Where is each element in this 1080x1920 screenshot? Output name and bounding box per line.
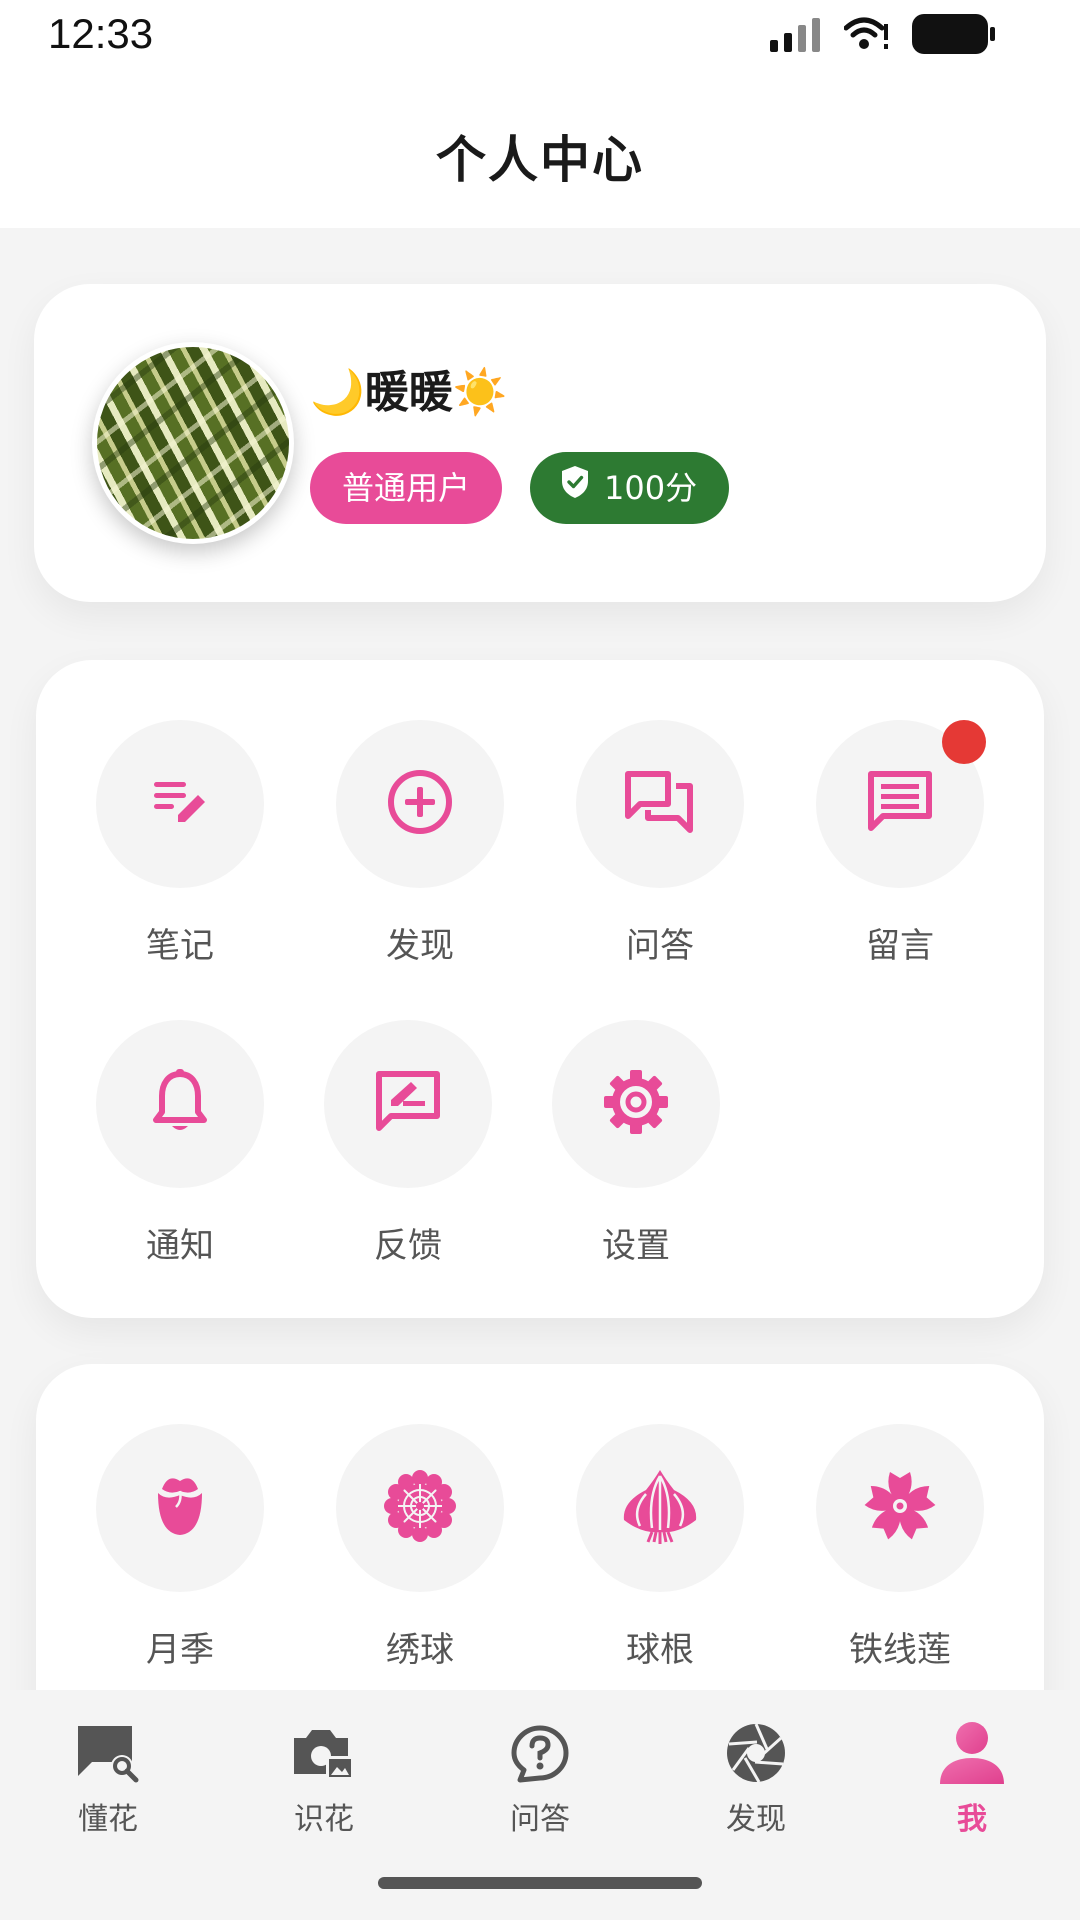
menu-icon-circle [96, 720, 264, 888]
menu-icon-circle [576, 720, 744, 888]
question-bubble-icon [510, 1724, 570, 1788]
note-edit-icon [148, 770, 212, 838]
tab-fa-xian[interactable]: 发现 [686, 1718, 826, 1838]
unread-dot [942, 720, 986, 764]
menu-item-label: 反馈 [374, 1226, 442, 1266]
profile-card[interactable]: 🌙暖暖☀️ 普通用户 100分 [34, 284, 1046, 602]
score-value: 100分 [604, 469, 698, 507]
menu-icon-circle [336, 720, 504, 888]
clematis-icon [858, 1464, 942, 1552]
avatar[interactable] [92, 342, 294, 544]
bulb-icon [618, 1466, 702, 1550]
tab-wen-da[interactable]: 问答 [470, 1718, 610, 1838]
tab-label: 懂花 [78, 1802, 138, 1837]
rose-icon [150, 1471, 210, 1545]
flower-icon-circle [576, 1424, 744, 1592]
score-badge[interactable]: 100分 [530, 452, 730, 524]
tab-label: 问答 [510, 1802, 570, 1837]
flower-item-label: 球根 [626, 1630, 694, 1670]
menu-item-discover[interactable]: 发现 [336, 720, 504, 967]
forum-icon [624, 768, 696, 840]
menu-card: 笔记 发现 问答 留言 通知 反馈 设置 [36, 660, 1044, 1318]
menu-item-messages[interactable]: 留言 [816, 720, 986, 967]
gear-icon [601, 1067, 671, 1141]
menu-item-label: 设置 [602, 1226, 670, 1266]
page-header: 个人中心 [0, 72, 1080, 228]
flower-item-bulb[interactable]: 球根 [576, 1424, 744, 1671]
flower-icon-circle [96, 1424, 264, 1592]
flower-item-clematis[interactable]: 铁线莲 [816, 1424, 984, 1671]
menu-item-label: 留言 [866, 926, 934, 966]
battery-icon [912, 14, 996, 58]
tab-label: 发现 [726, 1802, 786, 1837]
flower-icon-circle [336, 1424, 504, 1592]
menu-icon-circle [324, 1020, 492, 1188]
add-circle-icon [385, 767, 455, 841]
tab-shi-hua[interactable]: 识花 [254, 1718, 394, 1838]
tab-label: 识花 [294, 1802, 354, 1837]
flower-item-hydrangea[interactable]: 绣球 [336, 1424, 504, 1671]
aperture-icon [725, 1722, 787, 1788]
menu-item-feedback[interactable]: 反馈 [324, 1020, 492, 1267]
menu-item-label: 问答 [626, 926, 694, 966]
hydrangea-icon [382, 1468, 458, 1548]
status-bar: 12:33 [0, 0, 1080, 72]
wifi-icon [843, 16, 890, 56]
tab-dong-hua[interactable]: 懂花 [38, 1718, 178, 1838]
menu-item-label: 笔记 [146, 926, 214, 966]
menu-item-notifications[interactable]: 通知 [96, 1020, 264, 1267]
flower-item-label: 铁线莲 [849, 1630, 951, 1670]
menu-item-label: 通知 [146, 1226, 214, 1266]
tab-label: 我 [957, 1802, 987, 1837]
shield-check-icon [560, 452, 590, 524]
menu-icon-circle [816, 720, 986, 888]
status-icons [770, 14, 996, 58]
home-indicator [378, 1877, 702, 1889]
flower-item-rose[interactable]: 月季 [96, 1424, 264, 1671]
camera-image-icon [292, 1726, 356, 1788]
page-title: 个人中心 [436, 131, 644, 189]
feedback-icon [373, 1068, 443, 1140]
status-time: 12:33 [48, 10, 154, 57]
menu-item-label: 发现 [386, 926, 454, 966]
menu-item-settings[interactable]: 设置 [552, 1020, 720, 1267]
username: 🌙暖暖☀️ [310, 367, 508, 418]
bell-icon [150, 1068, 210, 1140]
menu-icon-circle [552, 1020, 720, 1188]
person-icon [938, 1720, 1006, 1788]
flower-icon-circle [816, 1424, 984, 1592]
flower-item-label: 月季 [146, 1630, 214, 1670]
menu-item-notes[interactable]: 笔记 [96, 720, 264, 967]
menu-icon-circle [96, 1020, 264, 1188]
message-icon [865, 768, 935, 840]
tab-wo[interactable]: 我 [902, 1718, 1042, 1838]
signal-icon [770, 16, 822, 56]
chat-search-icon [76, 1722, 140, 1788]
role-badge: 普通用户 [310, 452, 503, 524]
flower-item-label: 绣球 [386, 1630, 454, 1670]
menu-item-qa[interactable]: 问答 [576, 720, 744, 967]
